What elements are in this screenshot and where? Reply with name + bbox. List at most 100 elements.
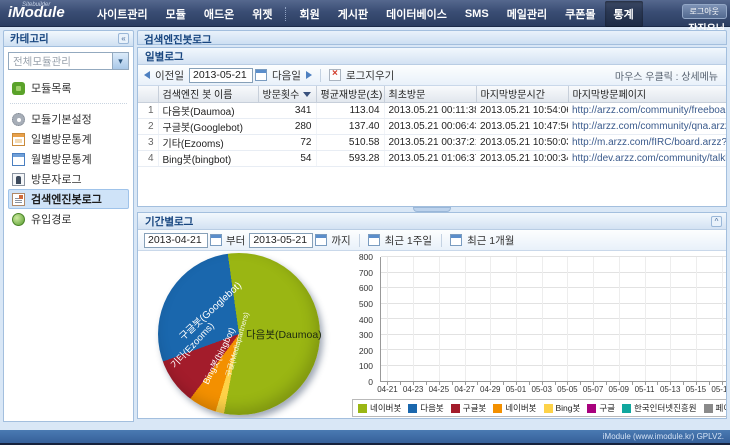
logout-button[interactable]: 로그아웃: [682, 4, 727, 19]
pie-label-googlebot: 구글봇(Googlebot): [175, 277, 244, 343]
table-row[interactable]: 4Bing봇(bingbot)54593.282013.05.21 01:06:…: [138, 150, 726, 166]
table-cell: 2013.05.21 10:54:06: [476, 102, 568, 118]
menu-item-8[interactable]: SMS: [456, 3, 498, 25]
sidebar-item-label: 월별방문통계: [31, 151, 92, 167]
menu-item-2[interactable]: 모듈: [157, 1, 195, 27]
column-header[interactable]: 검색엔진 봇 이름: [158, 86, 258, 102]
table-row[interactable]: 2구글봇(Googlebot)280137.402013.05.21 00:06…: [138, 118, 726, 134]
table-cell: 2013.05.21 00:37:21: [384, 134, 476, 150]
menu-item-6[interactable]: 게시판: [329, 1, 377, 27]
y-tick-label: 0: [368, 377, 373, 387]
recent-month-button[interactable]: 최근 1개월: [466, 233, 515, 248]
sidebar-item[interactable]: 월별방문통계: [8, 149, 129, 169]
calendar-icon[interactable]: [450, 234, 462, 246]
column-header[interactable]: 마지막방문페이지: [568, 86, 726, 102]
to-date-input[interactable]: [249, 233, 313, 248]
table-cell: 다음봇(Daumoa): [158, 102, 258, 118]
table-row[interactable]: 3기타(Ezooms)72510.582013.05.21 00:37:2120…: [138, 134, 726, 150]
menu-item-4[interactable]: 위젯: [243, 1, 281, 27]
top-navigation: Sitebuilder iModule 사이트관리모듈애드온위젯 회원게시판데이터…: [0, 0, 730, 27]
splitter-handle[interactable]: [413, 207, 451, 212]
x-tick-label: 04-25: [429, 385, 449, 394]
from-date-input[interactable]: [144, 233, 208, 248]
column-header[interactable]: 평균재방문(초): [316, 86, 384, 102]
next-day-arrow-icon[interactable]: [306, 71, 312, 79]
sidebar-collapse-button[interactable]: «: [118, 33, 129, 44]
chart-legend: 네이버봇다음봇구글봇네이버봇Bing봇구글한국인터넷진흥원페이스북기타: [352, 399, 727, 417]
menu-item-10[interactable]: 쿠폰몰: [556, 1, 604, 27]
recent-week-button[interactable]: 최근 1주일: [384, 233, 433, 248]
column-header[interactable]: 마지막방문시간: [476, 86, 568, 102]
y-tick-label: 200: [359, 346, 373, 356]
legend-label: Bing봇: [556, 402, 581, 414]
daily-date-input[interactable]: [189, 68, 253, 83]
x-tick-label: 05-03: [531, 385, 551, 394]
context-menu-hint: 마우스 우클릭 : 상세메뉴: [615, 68, 718, 83]
sidebar-item[interactable]: 일별방문통계: [8, 129, 129, 149]
calendar-icon[interactable]: [255, 69, 267, 81]
legend-item: 페이스북: [704, 402, 727, 414]
sidebar-item-label: 모듈목록: [31, 80, 71, 96]
menu-item-9[interactable]: 메일관리: [498, 1, 556, 27]
calendar-icon[interactable]: [210, 234, 222, 246]
column-header[interactable]: 방문횟수: [258, 86, 316, 102]
menu-item-5[interactable]: 회원: [290, 1, 328, 27]
column-header[interactable]: 최초방문: [384, 86, 476, 102]
calendar-icon[interactable]: [315, 234, 327, 246]
next-day-button[interactable]: 다음일: [271, 68, 302, 83]
menu-item-3[interactable]: 애드온: [195, 1, 243, 27]
module-select[interactable]: 전체모듈관리 ▾: [8, 52, 129, 70]
daily-log-panel: 일별로그 이전일 다음일 로그지우기 마우스 우클릭 : 상세메뉴: [137, 47, 727, 207]
h-gridline: [381, 349, 727, 350]
column-header[interactable]: [138, 86, 158, 102]
sidebar-item[interactable]: 유입경로: [8, 209, 129, 229]
sidebar-item[interactable]: 모듈기본설정: [8, 109, 129, 129]
table-cell: 구글봇(Googlebot): [158, 118, 258, 134]
x-tick: [606, 381, 607, 385]
table-cell: 2: [138, 118, 158, 134]
x-tick-label: 05-05: [557, 385, 577, 394]
sidebar-item[interactable]: 모듈목록: [8, 78, 129, 98]
sidebar-item[interactable]: 방문자로그: [8, 169, 129, 189]
menu-item-7[interactable]: 데이터베이스: [377, 1, 456, 27]
clear-log-icon[interactable]: [329, 69, 341, 81]
collapse-panel-button[interactable]: ^: [711, 216, 722, 227]
v-gridline: [645, 257, 646, 381]
table-cell: 341: [258, 102, 316, 118]
clear-log-button[interactable]: 로그지우기: [345, 68, 395, 83]
table-cell: 기타(Ezooms): [158, 134, 258, 150]
legend-label: 페이스북: [716, 402, 727, 414]
x-tick: [580, 381, 581, 385]
h-gridline: [381, 318, 727, 319]
pie-label-mediapartners: 구글(Mediapartners): [223, 311, 252, 378]
pie-chart[interactable]: 다음봇(Daumoa) 구글(Mediapartners) Bing봇(bing…: [158, 253, 320, 415]
sidebar-item[interactable]: 검색엔진봇로그: [8, 189, 129, 209]
legend-label: 네이버봇: [505, 402, 536, 414]
sidebar-header: 카테고리 «: [3, 30, 134, 47]
y-tick-label: 300: [359, 330, 373, 340]
sidebar-item-label: 일별방문통계: [31, 131, 92, 147]
legend-label: 다음봇: [420, 402, 443, 414]
x-tick-label: 05-13: [660, 385, 680, 394]
table-header-row: 검색엔진 봇 이름방문횟수평균재방문(초)최초방문마지막방문시간마지막방문페이지: [138, 86, 726, 102]
legend-item: 네이버봇: [358, 402, 401, 414]
period-log-header: 기간별로그 ^: [138, 213, 726, 230]
v-gridline: [542, 257, 543, 381]
table-cell: 280: [258, 118, 316, 134]
app-logo[interactable]: Sitebuilder iModule: [8, 4, 65, 22]
x-tick-label: 05-09: [609, 385, 629, 394]
legend-item: 구글: [587, 402, 615, 414]
sidebar-item-list: 모듈목록모듈기본설정일별방문통계월별방문통계방문자로그검색엔진봇로그유입경로: [8, 78, 129, 229]
between-label: 부터: [226, 233, 245, 248]
menu-item-11[interactable]: 통계: [605, 1, 643, 27]
calendar-icon[interactable]: [368, 234, 380, 246]
menu-item-1[interactable]: 사이트관리: [88, 1, 157, 27]
prev-day-button[interactable]: 이전일: [154, 68, 185, 83]
page-title: 검색엔진봇로그: [137, 30, 727, 45]
legend-item: 구글봇: [451, 402, 486, 414]
sidebar-separator: [10, 103, 127, 104]
table-row[interactable]: 1다음봇(Daumoa)341113.042013.05.21 00:11:38…: [138, 102, 726, 118]
footer-text: iModule (www.imodule.kr) GPLV2.: [603, 432, 724, 441]
prev-day-arrow-icon[interactable]: [144, 71, 150, 79]
x-tick: [400, 381, 401, 385]
